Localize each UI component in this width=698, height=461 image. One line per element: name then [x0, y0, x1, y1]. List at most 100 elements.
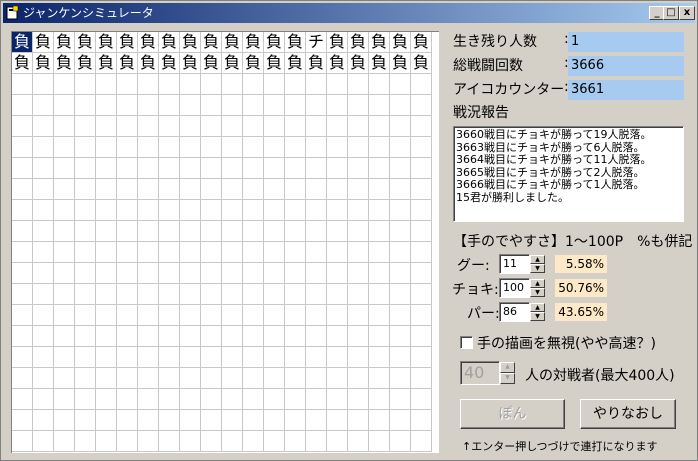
battles-value: 3666	[568, 56, 684, 76]
grid-cell	[285, 179, 306, 200]
grid-cell	[390, 242, 411, 263]
grid-cell	[285, 221, 306, 242]
redo-button[interactable]: やりなおし	[580, 399, 676, 429]
title-bar[interactable]: ジャンケンシミュレータ _ □ x	[3, 3, 695, 23]
grid-cell	[138, 431, 159, 452]
spin-up-icon[interactable]: ▲	[500, 362, 515, 373]
scissors-weight-input[interactable]: 100	[499, 278, 530, 298]
grid-cell	[54, 284, 75, 305]
grid-cell	[390, 200, 411, 221]
skip-draw-label[interactable]: 手の描画を無視(やや高速？)	[477, 333, 656, 353]
grid-cell	[348, 410, 369, 431]
grid-cell	[75, 389, 96, 410]
grid-cell	[138, 410, 159, 431]
grid-cell	[285, 116, 306, 137]
grid-cell	[180, 200, 201, 221]
grid-cell	[411, 200, 432, 221]
skip-draw-checkbox[interactable]	[460, 336, 473, 349]
grid-cell: チ	[306, 32, 327, 53]
grid-cell	[348, 158, 369, 179]
ease-heading: 【手のでやすさ】1～100P %も併記	[453, 234, 693, 250]
grid-cell	[201, 221, 222, 242]
grid-cell	[306, 368, 327, 389]
grid-cell	[33, 284, 54, 305]
grid-cell	[306, 326, 327, 347]
grid-cell	[411, 410, 432, 431]
grid-cell	[264, 158, 285, 179]
spin-up-icon[interactable]: ▲	[530, 303, 545, 312]
close-button[interactable]: x	[679, 6, 695, 20]
grid-cell	[33, 368, 54, 389]
grid-cell	[201, 368, 222, 389]
grid-cell	[306, 158, 327, 179]
grid-cell	[180, 284, 201, 305]
grid-cell	[12, 116, 33, 137]
grid-cell	[306, 410, 327, 431]
grid-cell	[222, 368, 243, 389]
paper-weight-input[interactable]: 86	[499, 302, 530, 322]
participant-grid[interactable]: 負負負負負負負負負負負負負負チ負負負負負負負負負負負負負負負負負負負負負負負負負	[12, 32, 432, 452]
grid-cell: 負	[285, 53, 306, 74]
grid-cell	[327, 389, 348, 410]
grid-cell	[201, 326, 222, 347]
battle-report-textarea[interactable]: 3660戦目にチョキが勝って19人脱落。 3663戦目にチョキが勝って6人脱落。…	[453, 126, 684, 222]
grid-cell	[390, 305, 411, 326]
grid-cell	[243, 326, 264, 347]
spin-down-icon[interactable]: ▼	[500, 373, 515, 384]
grid-cell	[222, 137, 243, 158]
survivors-value: 1	[568, 32, 684, 52]
grid-cell	[12, 368, 33, 389]
grid-cell: 負	[75, 32, 96, 53]
grid-cell	[243, 74, 264, 95]
grid-cell	[411, 242, 432, 263]
grid-cell	[201, 305, 222, 326]
grid-cell	[54, 368, 75, 389]
grid-cell	[222, 74, 243, 95]
grid-cell	[327, 200, 348, 221]
grid-cell	[369, 410, 390, 431]
grid-cell	[390, 116, 411, 137]
grid-cell	[75, 95, 96, 116]
grid-cell: 負	[285, 32, 306, 53]
grid-cell	[117, 263, 138, 284]
paper-weight-spinner: ▲ ▼	[530, 303, 545, 321]
grid-cell	[54, 410, 75, 431]
maximize-button[interactable]: □	[663, 6, 679, 20]
grid-cell	[75, 347, 96, 368]
pon-button[interactable]: ぽん	[460, 399, 565, 429]
rock-weight-input[interactable]: 11	[499, 254, 530, 274]
grid-cell	[12, 158, 33, 179]
grid-cell	[306, 284, 327, 305]
grid-cell	[369, 263, 390, 284]
grid-cell: 負	[327, 53, 348, 74]
grid-cell	[12, 347, 33, 368]
spin-up-icon[interactable]: ▲	[530, 279, 545, 288]
spin-down-icon[interactable]: ▼	[530, 264, 545, 273]
grid-cell: 負	[117, 32, 138, 53]
grid-cell	[243, 284, 264, 305]
grid-cell	[180, 242, 201, 263]
grid-cell	[138, 158, 159, 179]
grid-cell	[54, 200, 75, 221]
grid-cell	[159, 347, 180, 368]
report-label: 戦況報告	[453, 105, 509, 121]
spin-down-icon[interactable]: ▼	[530, 312, 545, 321]
grid-cell	[285, 137, 306, 158]
grid-cell	[327, 431, 348, 452]
grid-cell	[117, 221, 138, 242]
spin-up-icon[interactable]: ▲	[530, 255, 545, 264]
opponents-count-input[interactable]: 40	[460, 361, 500, 385]
grid-cell	[369, 74, 390, 95]
grid-cell	[390, 410, 411, 431]
spin-down-icon[interactable]: ▼	[530, 288, 545, 297]
grid-cell	[96, 326, 117, 347]
grid-cell	[222, 305, 243, 326]
grid-cell	[222, 284, 243, 305]
grid-cell	[33, 326, 54, 347]
grid-cell	[117, 368, 138, 389]
grid-cell	[390, 389, 411, 410]
grid-cell	[54, 347, 75, 368]
grid-cell: 負	[96, 32, 117, 53]
grid-cell	[138, 74, 159, 95]
grid-cell	[348, 284, 369, 305]
